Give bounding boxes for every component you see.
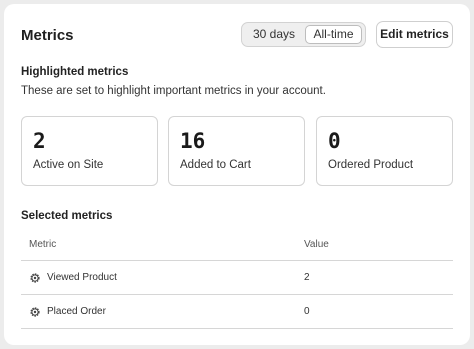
column-header-value: Value — [304, 239, 329, 250]
metric-name: Viewed Product — [47, 272, 117, 283]
table-row: Viewed Product 2 — [21, 261, 453, 295]
stat-card-added-to-cart: 16 Added to Cart — [168, 116, 305, 186]
metrics-card: Metrics 30 days All-time Edit metrics Hi… — [4, 4, 470, 345]
highlighted-metrics-heading: Highlighted metrics — [21, 66, 129, 78]
page-title: Metrics — [21, 27, 74, 44]
stat-value: 0 — [328, 129, 341, 153]
date-range-toggle: 30 days All-time — [241, 22, 366, 47]
stat-value: 2 — [33, 129, 46, 153]
stat-value: 16 — [180, 129, 206, 153]
edit-metrics-button[interactable]: Edit metrics — [376, 21, 453, 48]
table-row: Placed Order 0 — [21, 295, 453, 329]
gear-icon — [29, 305, 41, 317]
metric-name: Placed Order — [47, 306, 106, 317]
stat-label: Ordered Product — [328, 159, 414, 171]
range-all-time-button[interactable]: All-time — [305, 25, 362, 44]
gear-icon — [29, 271, 41, 283]
stat-card-active-on-site: 2 Active on Site — [21, 116, 158, 186]
stat-label: Added to Cart — [180, 159, 251, 171]
column-header-metric: Metric — [29, 239, 57, 250]
stat-card-ordered-product: 0 Ordered Product — [316, 116, 453, 186]
range-30-days-button[interactable]: 30 days — [245, 25, 303, 44]
selected-metrics-heading: Selected metrics — [21, 210, 113, 222]
highlighted-metrics-description: These are set to highlight important met… — [21, 85, 326, 97]
metric-value: 0 — [304, 306, 310, 317]
table-header: Metric Value — [21, 234, 453, 261]
stat-label: Active on Site — [33, 159, 104, 171]
metric-value: 2 — [304, 272, 310, 283]
